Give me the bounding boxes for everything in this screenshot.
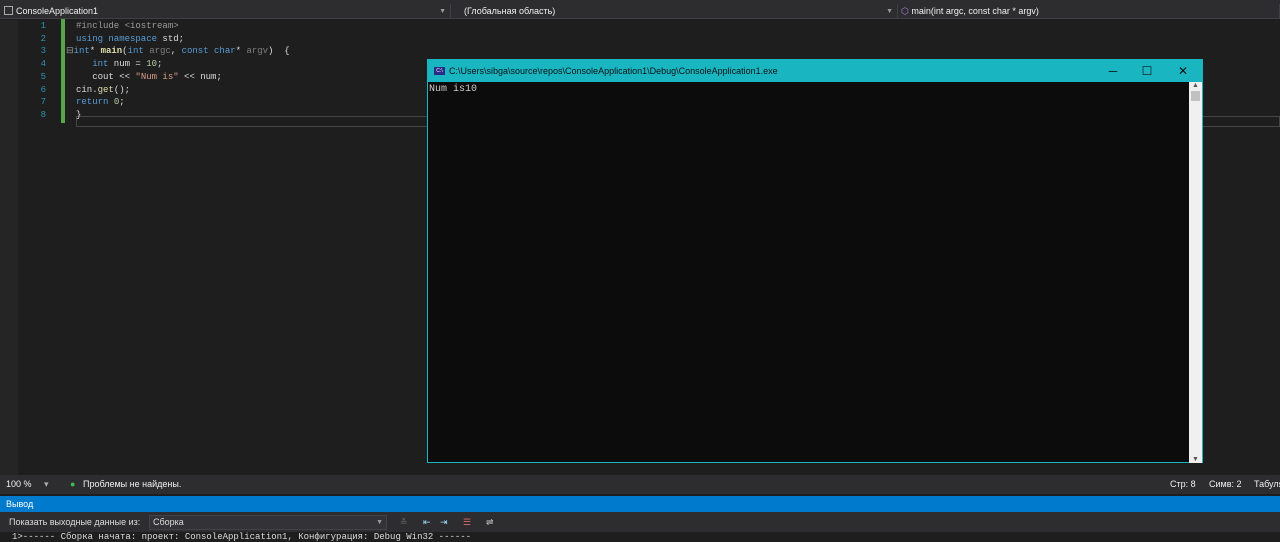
output-source-select[interactable]: Сборка ▼ [149,515,387,530]
close-button[interactable]: ✕ [1166,60,1200,82]
console-output: Num is10 [429,84,478,95]
maximize-button[interactable]: ☐ [1130,60,1164,82]
word-wrap-icon[interactable]: ⇌ [486,512,494,532]
scroll-thumb[interactable] [1191,91,1200,101]
project-dropdown[interactable]: ConsoleApplication1 ▼ [0,4,451,19]
scroll-down-icon[interactable]: ▼ [1189,456,1202,463]
previous-message-icon[interactable]: ⇤ [423,512,431,532]
output-source-label: Показать выходные данные из: [9,517,141,527]
scope-dropdown[interactable]: (Глобальная область) ▼ [460,4,898,19]
chevron-down-icon: ▼ [886,8,893,15]
minimize-button[interactable]: ─ [1096,60,1130,82]
scroll-up-icon[interactable]: ▲ [1189,82,1202,89]
console-icon: C:\ [434,67,445,75]
column-indicator: Симв: 2 [1209,479,1242,489]
problems-status[interactable]: Проблемы не найдены. [83,475,181,494]
check-circle-icon: ● [70,479,76,489]
clear-all-icon[interactable]: ☰ [463,512,471,532]
console-titlebar[interactable]: C:\ C:\Users\sibga\source\repos\ConsoleA… [428,60,1202,82]
next-message-icon[interactable]: ⇥ [440,512,448,532]
console-scrollbar[interactable]: ▲ ▼ [1189,82,1202,463]
member-dropdown[interactable]: ⬡ main(int argc, const char * argv) [898,4,1280,19]
output-toolbar: Показать выходные данные из: Сборка ▼ ≛ ⇤… [0,512,1280,532]
zoom-dropdown-icon[interactable]: ▾ [44,475,49,494]
tabs-indicator[interactable]: Табуля [1254,475,1280,494]
console-window[interactable]: C:\ C:\Users\sibga\source\repos\ConsoleA… [427,59,1203,463]
method-icon: ⬡ [901,6,912,16]
project-icon [4,6,13,15]
chevron-down-icon: ▼ [376,519,383,526]
editor-margin [0,20,18,475]
change-indicator [61,19,65,123]
editor-status-bar: 100 % ▾ ● Проблемы не найдены. Стр: 8 Си… [0,475,1280,494]
navigation-bar: ConsoleApplication1 ▼ (Глобальная область… [0,4,1280,19]
find-message-icon[interactable]: ≛ [400,512,408,532]
output-panel-header: Вывод [0,496,1280,512]
zoom-level[interactable]: 100 % [6,475,32,494]
chevron-down-icon: ▼ [439,8,446,15]
line-indicator: Стр: 8 [1170,479,1196,489]
output-text: 1>------ Сборка начата: проект: ConsoleA… [12,532,472,542]
